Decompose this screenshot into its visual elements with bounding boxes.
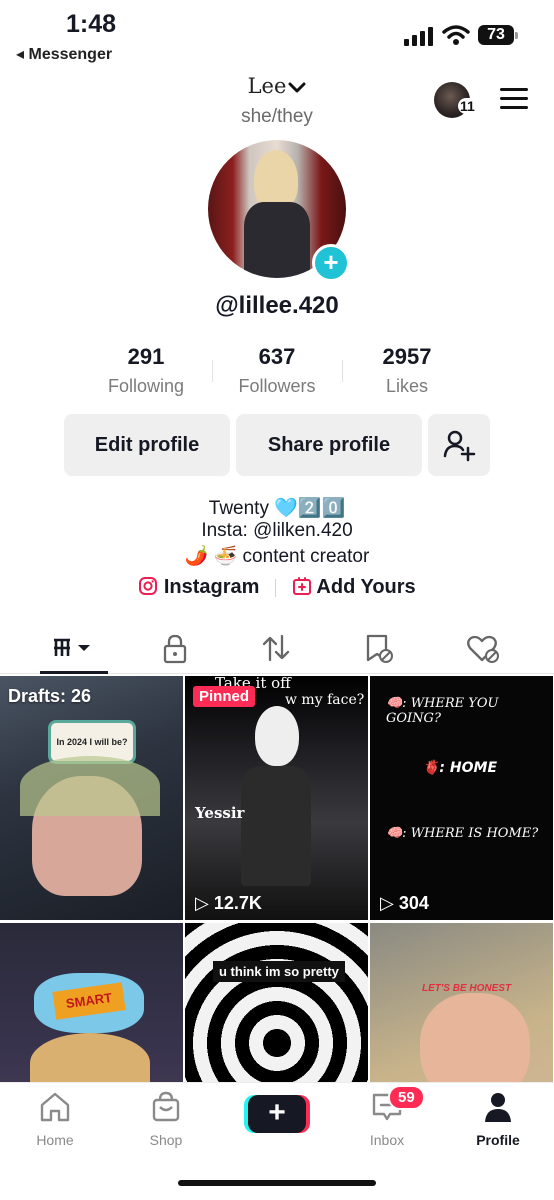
hamburger-menu-icon[interactable]	[500, 88, 528, 110]
nav-profile[interactable]: Profile	[458, 1091, 538, 1148]
shopping-bag-icon	[152, 1091, 180, 1122]
tab-saved[interactable]	[348, 628, 408, 668]
video-tile[interactable]: 🧠: WHERE YOU GOING? 🫀: HOME 🧠: WHERE IS …	[370, 676, 553, 920]
instagram-link-label: Instagram	[163, 576, 260, 598]
notification-count: 11	[458, 98, 477, 114]
stat-likes[interactable]: 2957 Likes	[342, 344, 472, 397]
video-thumb-face	[30, 1033, 150, 1084]
view-count-value: 304	[398, 893, 429, 913]
nav-shop[interactable]: Shop	[126, 1091, 206, 1148]
video-tile[interactable]: SMART	[0, 923, 183, 1084]
nav-inbox-label: Inbox	[369, 1132, 405, 1148]
video-thumb-mask	[255, 706, 299, 766]
following-label: Following	[107, 376, 185, 396]
view-count: ▷ 12.7K	[195, 893, 262, 913]
share-profile-button[interactable]: Share profile	[236, 414, 422, 476]
video-tile-drafts[interactable]: Drafts: 26 In 2024 I will be?	[0, 676, 183, 920]
clock: 1:48	[66, 10, 117, 38]
inbox-badge: 59	[388, 1085, 425, 1110]
chevron-down-icon	[288, 82, 306, 92]
display-name: Lee	[247, 74, 287, 98]
avatar-figure-hair	[254, 150, 298, 210]
tab-liked[interactable]	[452, 628, 512, 668]
bio-line-3: 🌶️ 🍜 content creator	[184, 546, 370, 567]
status-bar: 1:48 ◂ Messenger 73	[0, 0, 554, 70]
profile-icon	[485, 1093, 511, 1122]
video-tile[interactable]: u think im so pretty	[185, 923, 368, 1084]
video-thumb-face	[420, 993, 530, 1084]
followers-label: Followers	[238, 376, 316, 396]
home-indicator	[178, 1180, 376, 1186]
video-caption-line: 🧠: WHERE YOU GOING?	[386, 696, 499, 726]
link-divider	[275, 578, 277, 597]
battery-tip	[515, 32, 518, 39]
view-count-value: 12.7K	[213, 893, 262, 913]
back-to-app-link[interactable]: ◂ Messenger	[16, 44, 112, 64]
cellular-signal-icon	[404, 27, 433, 46]
instagram-link[interactable]: Instagram	[138, 576, 265, 598]
video-caption-mid: w my face?	[285, 692, 365, 708]
stat-following[interactable]: 291 Following	[81, 344, 211, 397]
view-count: ▷ 304	[380, 893, 429, 913]
tab-reposts[interactable]	[246, 628, 306, 668]
active-tab-indicator	[40, 671, 108, 674]
video-tile[interactable]: LET'S BE HONEST	[370, 923, 553, 1084]
tab-videos[interactable]	[44, 628, 104, 668]
stat-followers[interactable]: 637 Followers	[212, 344, 342, 397]
nav-home-label: Home	[36, 1132, 74, 1148]
video-caption: u think im so pretty	[213, 961, 345, 982]
edit-profile-button[interactable]: Edit profile	[64, 414, 230, 476]
hidden-heart-icon	[467, 635, 499, 663]
add-story-plus-icon[interactable]: +	[312, 244, 350, 282]
profile-links: Instagram Add Yours	[0, 576, 554, 599]
grid-filter-icon	[54, 638, 90, 656]
profile-handle: @lillee.420	[215, 292, 339, 319]
bio-line-2: Insta: @lilken.420	[201, 520, 353, 541]
tab-private[interactable]	[145, 628, 205, 668]
add-yours-link[interactable]: Add Yours	[292, 576, 416, 598]
following-count: 291	[127, 344, 165, 369]
likes-label: Likes	[385, 376, 429, 396]
content-tabs	[0, 622, 554, 674]
video-grid: Drafts: 26 In 2024 I will be? Take it of…	[0, 676, 554, 1084]
video-thumb-spiral	[185, 923, 368, 1084]
video-thumb-hair	[20, 756, 160, 816]
repost-icon	[262, 634, 290, 662]
home-icon	[40, 1092, 70, 1122]
nav-shop-label: Shop	[149, 1132, 183, 1148]
back-app-label: Messenger	[28, 46, 113, 63]
add-user-icon	[443, 430, 476, 462]
pinned-badge: Pinned	[193, 686, 256, 707]
video-thumb-figure	[241, 766, 311, 886]
add-yours-link-label: Add Yours	[316, 576, 416, 598]
wifi-icon	[442, 25, 470, 45]
lock-icon	[163, 634, 187, 664]
add-friend-button[interactable]	[428, 414, 490, 476]
nav-profile-label: Profile	[476, 1132, 520, 1148]
create-video-button[interactable]: +	[248, 1095, 306, 1133]
nav-home[interactable]: Home	[15, 1091, 95, 1148]
instagram-icon	[139, 577, 158, 595]
video-caption-line: 🧠: WHERE IS HOME?	[386, 826, 539, 841]
drafts-label: Drafts: 26	[8, 686, 92, 706]
add-yours-icon	[292, 577, 311, 595]
video-caption-line: 🫀: HOME	[422, 760, 498, 776]
avatar-figure-body	[244, 202, 310, 278]
bio-line-1: Twenty 🩵2️⃣0️⃣	[208, 498, 346, 519]
followers-count: 637	[258, 344, 296, 369]
account-switcher[interactable]: Lee	[0, 74, 554, 98]
video-tile-pinned[interactable]: Take it off w my face? Yessir Pinned ▷ 1…	[185, 676, 368, 920]
battery-icon: 73	[478, 25, 514, 45]
hidden-bookmark-icon	[366, 634, 393, 663]
video-caption-side: Yessir	[195, 804, 245, 822]
likes-count: 2957	[382, 344, 432, 369]
